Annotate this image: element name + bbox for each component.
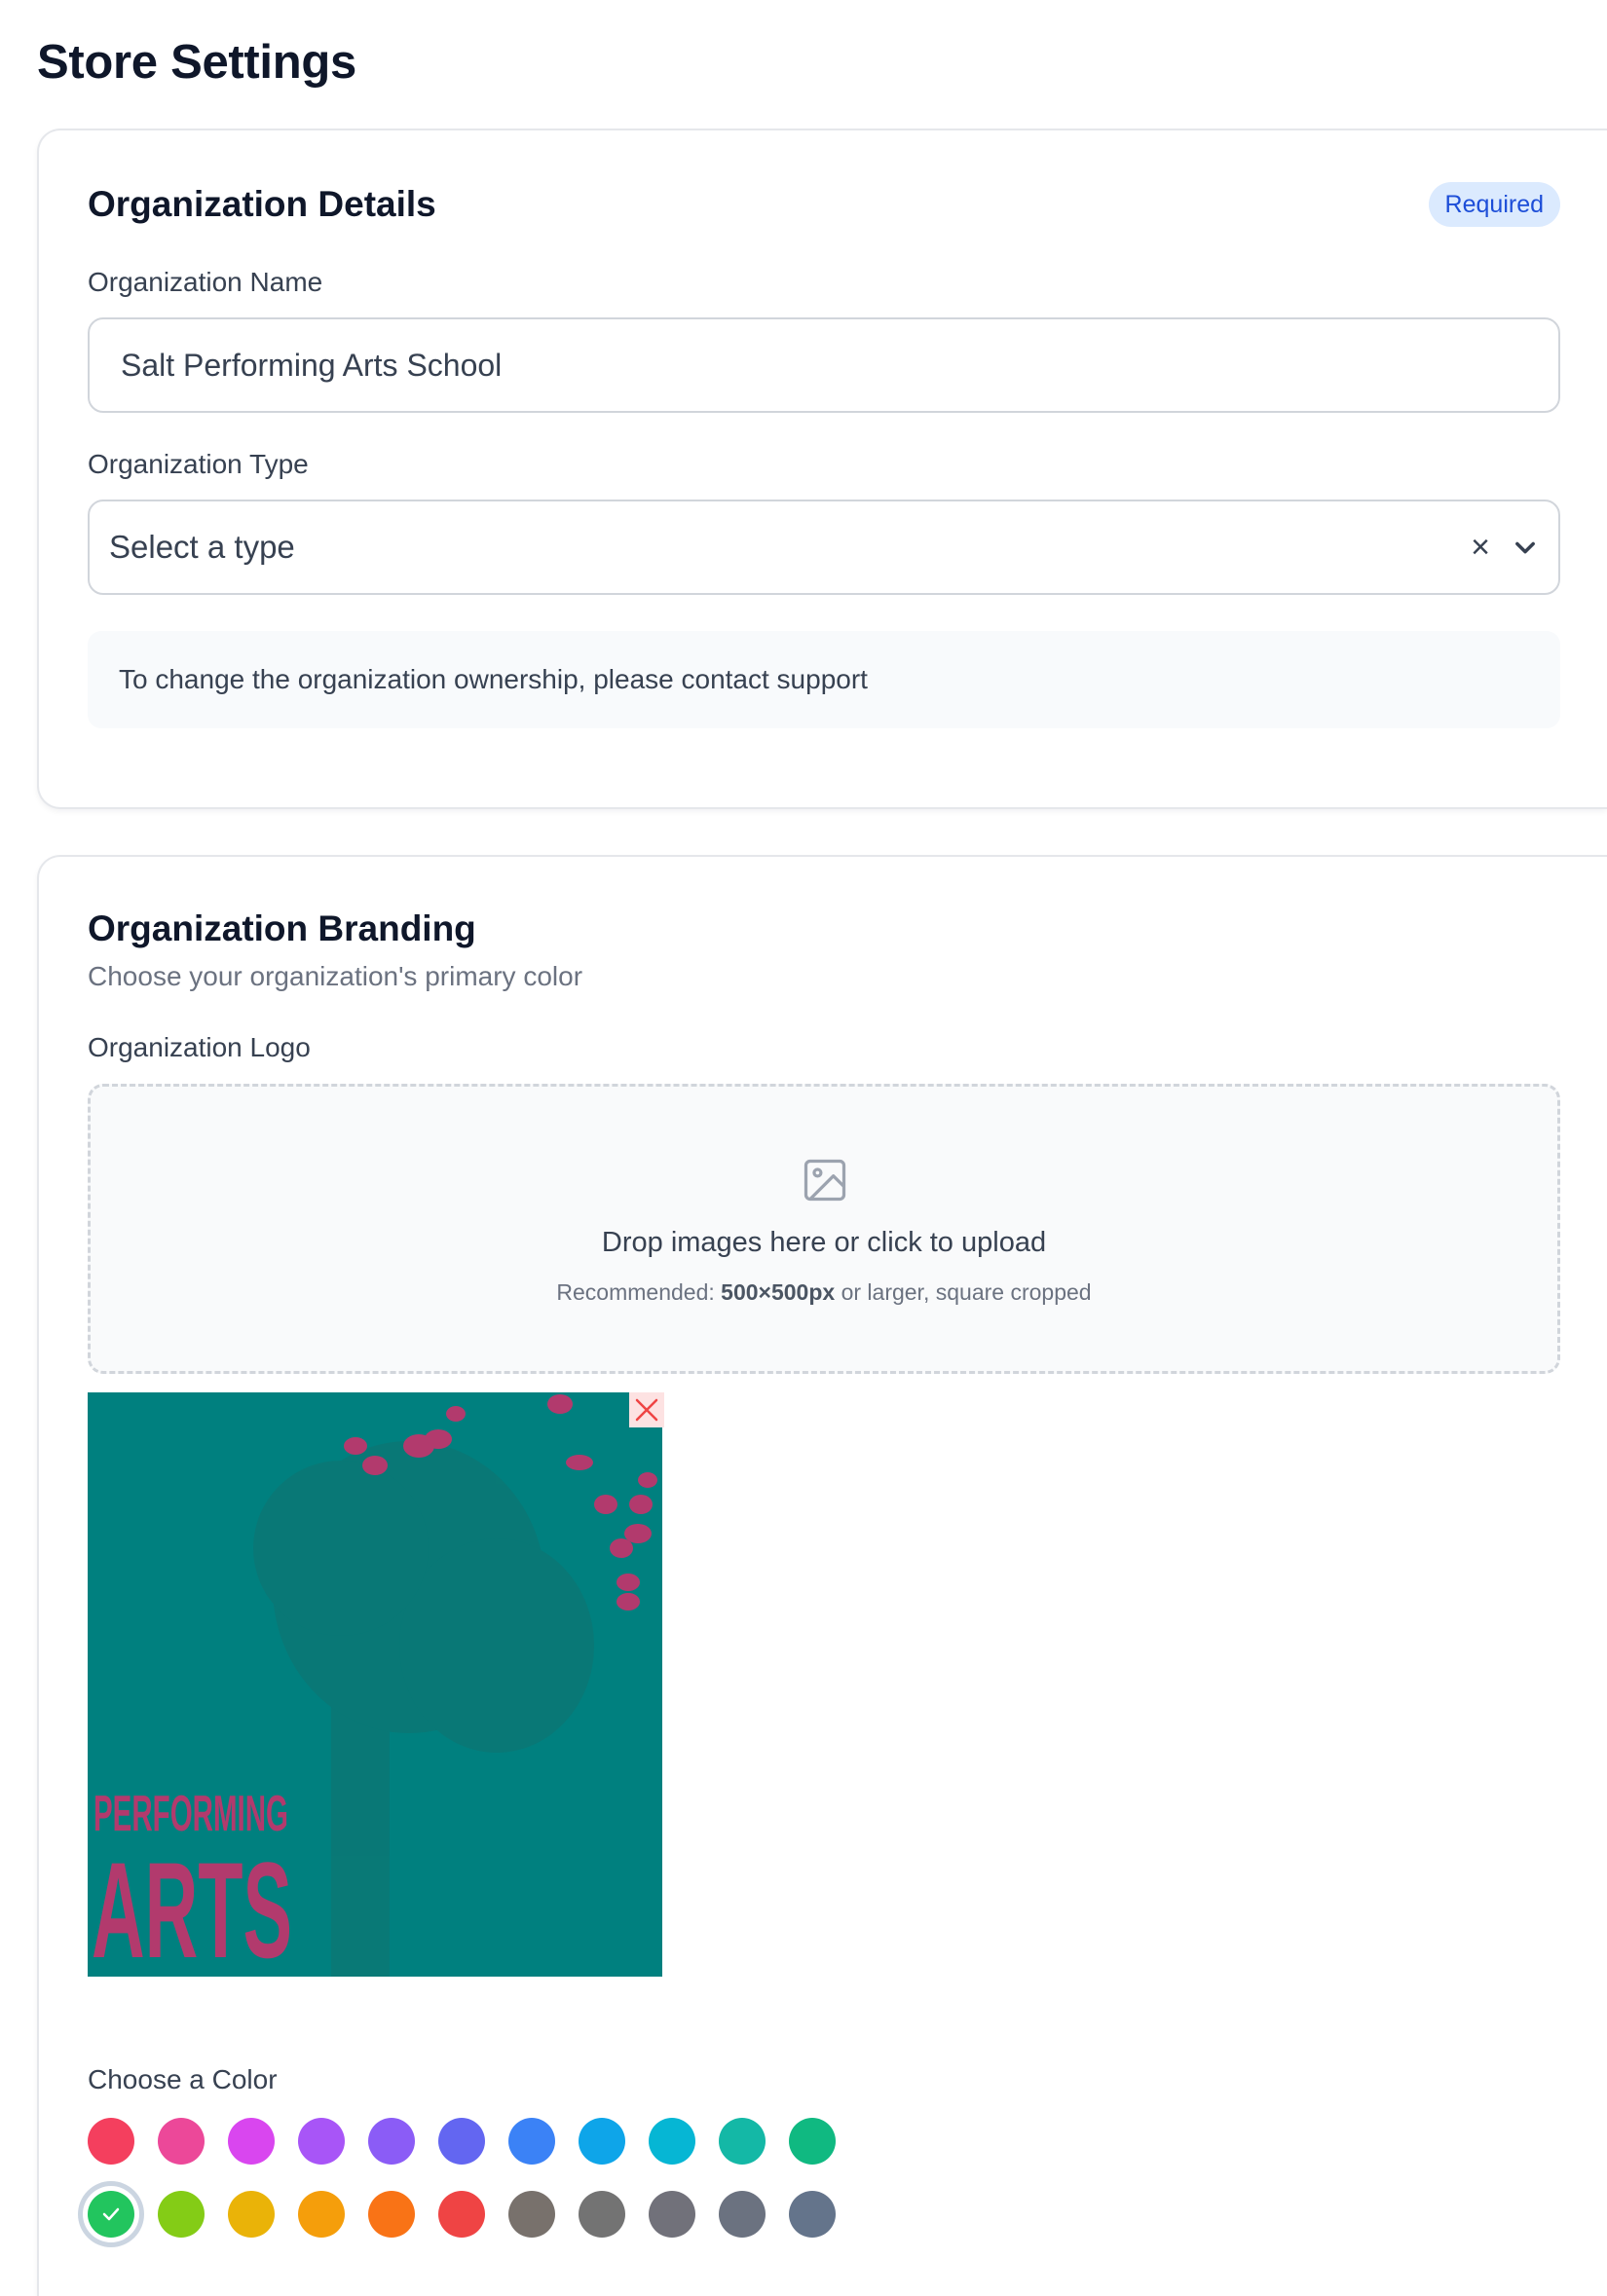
card-subtitle: Choose your organization's primary color [88, 961, 583, 991]
clear-icon[interactable]: × [1471, 501, 1490, 593]
color-swatch[interactable] [438, 2191, 485, 2238]
ownership-note: To change the organization ownership, pl… [88, 631, 1560, 728]
color-swatch[interactable] [368, 2191, 415, 2238]
color-swatch[interactable] [368, 2118, 415, 2165]
organization-type-label: Organization Type [88, 449, 309, 479]
color-swatch[interactable] [438, 2118, 485, 2165]
remove-logo-button[interactable] [629, 1392, 664, 1427]
color-swatch[interactable] [228, 2118, 275, 2165]
color-swatch[interactable] [88, 2191, 134, 2238]
required-badge: Required [1428, 182, 1560, 227]
color-swatch[interactable] [508, 2118, 555, 2165]
organization-type-placeholder: Select a type [109, 529, 295, 565]
upload-recommendation: Recommended: 500×500px or larger, square… [91, 1279, 1557, 1306]
color-swatch[interactable] [298, 2191, 345, 2238]
uploaded-logo-image: PERFORMING ARTS [88, 1392, 662, 1977]
color-swatch[interactable] [158, 2118, 205, 2165]
color-swatch-row [88, 2191, 1451, 2264]
organization-type-select[interactable]: Select a type × [88, 500, 1560, 595]
page-title: Store Settings [37, 36, 356, 89]
color-swatch[interactable] [158, 2191, 205, 2238]
color-swatch[interactable] [649, 2191, 695, 2238]
organization-name-input[interactable] [90, 319, 1558, 411]
close-icon [635, 1398, 658, 1422]
organization-logo-label: Organization Logo [88, 1032, 311, 1062]
color-swatch[interactable] [719, 2191, 766, 2238]
color-swatch-grid [88, 2118, 1451, 2264]
color-swatch[interactable] [579, 2191, 625, 2238]
color-swatch[interactable] [228, 2191, 275, 2238]
color-swatch[interactable] [88, 2118, 134, 2165]
color-swatch[interactable] [579, 2118, 625, 2165]
recommendation-size: 500×500px [721, 1279, 836, 1305]
recommendation-prefix: Recommended: [556, 1279, 722, 1305]
color-swatch[interactable] [789, 2191, 836, 2238]
organization-branding-card: Organization Branding Choose your organi… [37, 855, 1607, 2296]
logo-upload-dropzone[interactable]: Drop images here or click to upload Reco… [88, 1084, 1560, 1374]
color-swatch-row [88, 2118, 1451, 2191]
upload-instructions: Drop images here or click to upload [601, 1227, 1047, 1258]
color-swatch[interactable] [719, 2118, 766, 2165]
organization-details-card: Organization Details Required Organizati… [37, 129, 1607, 809]
chevron-down-icon[interactable] [1512, 534, 1539, 561]
card-title: Organization Details [88, 184, 436, 224]
choose-color-label: Choose a Color [88, 2064, 278, 2094]
image-icon [804, 1159, 846, 1202]
svg-text:ARTS: ARTS [92, 1833, 292, 1977]
check-icon [102, 2207, 120, 2221]
color-swatch[interactable] [649, 2118, 695, 2165]
organization-name-field[interactable] [88, 317, 1560, 413]
color-swatch[interactable] [789, 2118, 836, 2165]
card-title: Organization Branding [88, 908, 476, 948]
organization-name-label: Organization Name [88, 267, 323, 297]
color-swatch[interactable] [298, 2118, 345, 2165]
recommendation-suffix: or larger, square cropped [835, 1279, 1092, 1305]
logo-artwork: PERFORMING ARTS [88, 1392, 662, 1977]
color-swatch[interactable] [508, 2191, 555, 2238]
